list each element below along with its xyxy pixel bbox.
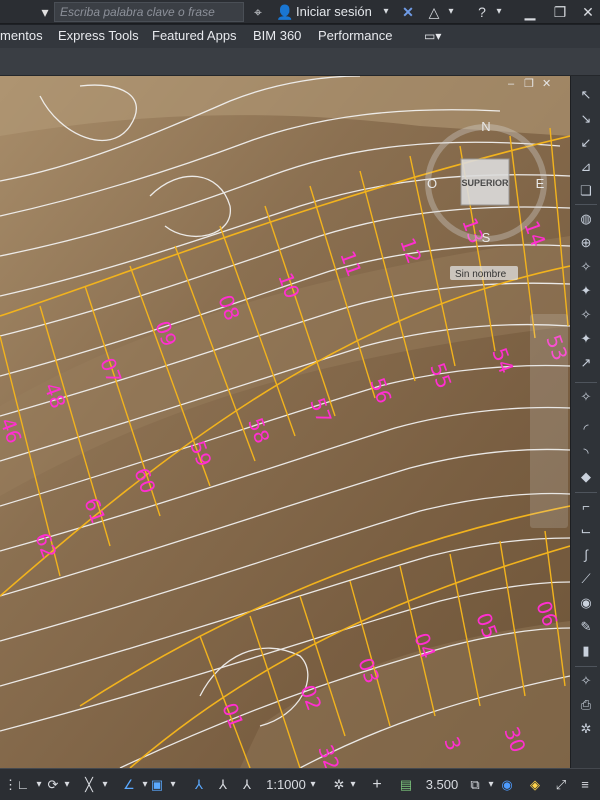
globe-icon[interactable]: ◍ xyxy=(576,210,596,228)
restore-icon[interactable]: ❐ xyxy=(550,2,570,22)
tool-palette: ↖ ↘ ↙ ⊿ ❏ ◍ ⊕ ✧ ✦ ✧ ✦ ↗ ✧ ◜ ◝ ◆ ⌐ ⌙ ∫ ⟋ … xyxy=(570,76,600,768)
chevron-down-icon[interactable]: ▾ xyxy=(486,775,496,795)
annotation-scale-icon[interactable]: ⅄ xyxy=(238,775,256,795)
navigation-bar[interactable] xyxy=(530,314,568,528)
object-snap-tracking-icon[interactable]: ∠ xyxy=(120,775,138,795)
chevron-down-icon[interactable]: ▾ xyxy=(445,2,457,22)
workspace-gear-icon[interactable]: ✲ xyxy=(330,775,348,795)
status-bar: ⋮ ∟ ▾ ⟳ ▾ ╳ ▾ ∠ ▾ ▣ ▾ ⅄ ⅄ ⅄ 1:1000 ▾ ✲ ▾… xyxy=(0,768,600,800)
tab-express-tools[interactable]: Express Tools xyxy=(58,25,139,47)
compass-south[interactable]: S xyxy=(482,230,491,245)
divider xyxy=(575,492,597,493)
tab-bim-360[interactable]: BIM 360 xyxy=(253,25,301,47)
isolate-objects-icon[interactable]: ▤ xyxy=(396,775,416,795)
curve-icon[interactable]: ◝ xyxy=(576,444,596,462)
drawing-viewport[interactable]: 01 02 03 04 05 06 07 09 08 10 11 12 13 1… xyxy=(0,76,570,768)
snap-angle-icon[interactable]: ✦ xyxy=(576,282,596,300)
annotation-visibility-icon[interactable]: ⅄ xyxy=(190,775,208,795)
chevron-down-icon[interactable]: ▾ xyxy=(168,775,178,795)
earth-icon[interactable]: ⊕ xyxy=(576,234,596,252)
spline-icon[interactable]: ∫ xyxy=(576,546,596,564)
copy-icon[interactable]: ❏ xyxy=(576,182,596,200)
color-wheel-icon[interactable]: ◉ xyxy=(576,594,596,612)
divider xyxy=(575,382,597,383)
chevron-down-icon[interactable]: ▾ xyxy=(62,775,72,795)
snap-settings-icon[interactable]: ✲ xyxy=(576,720,596,738)
polyline-icon[interactable]: ⌐ xyxy=(576,498,596,516)
tab-elementos[interactable]: mentos xyxy=(0,25,43,47)
search-input[interactable]: Escriba palabra clave o frase xyxy=(54,2,244,22)
divider xyxy=(575,204,597,205)
title-bar: ▾ Escriba palabra clave o frase ⌖ 👤 Inic… xyxy=(0,0,600,24)
user-icon: 👤 xyxy=(276,4,294,20)
drawing-canvas[interactable]: 01 02 03 04 05 06 07 09 08 10 11 12 13 1… xyxy=(0,76,570,768)
elevation-value[interactable]: 3.500 xyxy=(422,775,462,795)
select-tool-icon[interactable]: ↖ xyxy=(576,86,596,104)
ribbon-tabs: mentos Express Tools Featured Apps BIM 3… xyxy=(0,25,600,48)
annotation-scale-value[interactable]: 1:1000 xyxy=(264,775,308,795)
offset-icon[interactable]: ⌙ xyxy=(576,522,596,540)
viewcube-face-label: SUPERIOR xyxy=(461,178,509,188)
status-bar-grip: ⋮ xyxy=(4,777,17,792)
auto-scale-icon[interactable]: ⅄ xyxy=(214,775,232,795)
snap-point-icon[interactable]: ✧ xyxy=(576,258,596,276)
compass-east[interactable]: E xyxy=(536,176,545,191)
viewport-restore-icon[interactable]: ❐ xyxy=(524,78,534,90)
ucs-menu-label: Sin nombre xyxy=(455,269,507,280)
tab-featured-apps[interactable]: Featured Apps xyxy=(152,25,237,47)
print-icon[interactable]: ⎙ xyxy=(576,696,596,714)
measure-icon[interactable]: ⟋ xyxy=(576,570,596,588)
object-snap-icon[interactable]: ▣ xyxy=(148,775,166,795)
viewport-close-icon[interactable]: ✕ xyxy=(542,78,551,90)
isodraft-icon[interactable]: ╳ xyxy=(80,775,98,795)
chevron-down-icon[interactable]: ▾ xyxy=(34,775,44,795)
compass-north[interactable]: N xyxy=(481,119,490,134)
pick-point-icon[interactable]: ↙ xyxy=(576,134,596,152)
ribbon-options-icon[interactable]: ▭▾ xyxy=(424,25,441,47)
notification-icon[interactable]: ◈ xyxy=(526,775,544,795)
close-icon[interactable]: ✕ xyxy=(578,2,598,22)
grip-icon[interactable]: ◆ xyxy=(576,468,596,486)
minimize-icon[interactable]: ▁ xyxy=(520,2,540,22)
help-icon[interactable]: ? xyxy=(472,2,492,22)
wrench-icon[interactable]: ✎ xyxy=(576,618,596,636)
divider xyxy=(575,666,597,667)
point-icon[interactable]: ⊿ xyxy=(576,158,596,176)
snap-node-icon[interactable]: ✧ xyxy=(576,306,596,324)
tab-performance[interactable]: Performance xyxy=(318,25,392,47)
chevron-down-icon[interactable]: ▾ xyxy=(493,2,505,22)
chevron-down-icon[interactable]: ▾ xyxy=(348,775,358,795)
lock-ui-icon[interactable]: ⧉ xyxy=(466,775,484,795)
snap-filter-icon[interactable]: ✧ xyxy=(576,388,596,406)
draw-line-icon[interactable]: ↗ xyxy=(576,354,596,372)
sign-in-button[interactable]: Iniciar sesión xyxy=(296,2,372,22)
polar-tracking-icon[interactable]: ⟳ xyxy=(44,775,62,795)
binoculars-icon[interactable]: ⌖ xyxy=(248,2,268,22)
a360-icon[interactable]: △ xyxy=(424,2,444,22)
add-scale-icon[interactable]: + xyxy=(368,775,386,795)
customize-menu-icon[interactable]: ≡ xyxy=(576,775,594,795)
chevron-down-icon[interactable]: ▾ xyxy=(380,2,392,22)
snap-extend-icon[interactable]: ✧ xyxy=(576,672,596,690)
hardware-acceleration-icon[interactable]: ◉ xyxy=(498,775,516,795)
select-window-icon[interactable]: ↘ xyxy=(576,110,596,128)
dropdown-arrow-icon[interactable]: ▾ xyxy=(38,2,52,22)
chevron-down-icon[interactable]: ▾ xyxy=(100,775,110,795)
autodesk-exchange-icon[interactable]: ✕ xyxy=(398,2,418,22)
clean-screen-icon[interactable]: ⤢ xyxy=(552,775,570,795)
battery-icon[interactable]: ▮ xyxy=(576,642,596,660)
compass-west[interactable]: O xyxy=(427,176,437,191)
chevron-down-icon[interactable]: ▾ xyxy=(308,775,318,795)
arc-icon[interactable]: ◜ xyxy=(576,420,596,438)
viewport-minimize-icon[interactable]: – xyxy=(508,78,514,90)
ribbon-collapsed-panel xyxy=(0,48,600,76)
ortho-icon[interactable]: ∟ xyxy=(14,775,32,795)
snap-star-icon[interactable]: ✦ xyxy=(576,330,596,348)
